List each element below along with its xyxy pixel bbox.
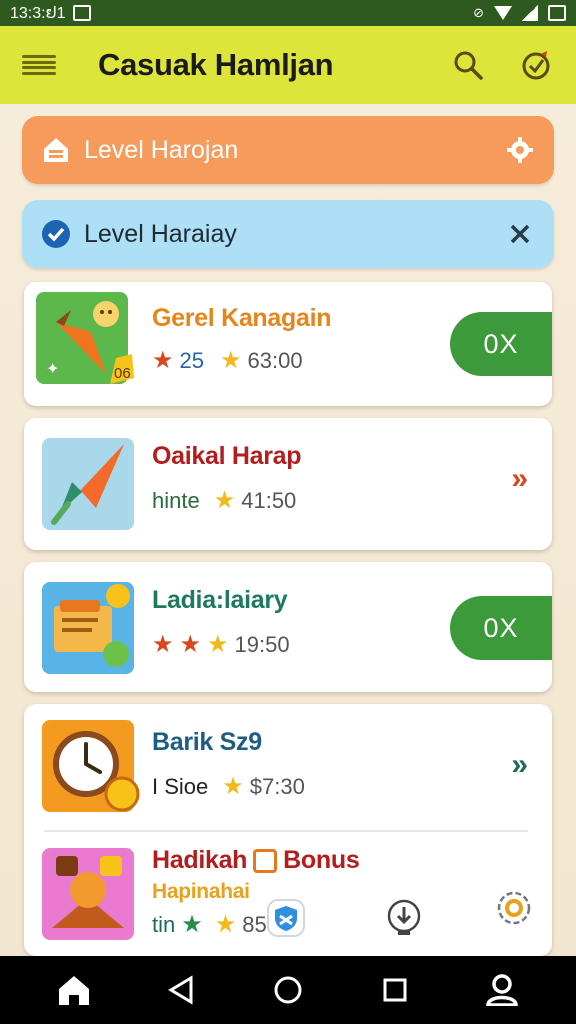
- trophy-icon[interactable]: [518, 47, 554, 83]
- svg-text:✦: ✦: [46, 361, 59, 378]
- card-label: I Sioe: [152, 774, 209, 799]
- banner-level-haraiay[interactable]: Level Haraiay: [22, 200, 554, 268]
- rating-count: 25: [179, 348, 204, 373]
- wifi-icon: [494, 6, 512, 20]
- star-icon: ★: [222, 773, 244, 800]
- rating-time: 85: [242, 912, 267, 937]
- status-time: 13:3:ຢ1: [10, 5, 66, 22]
- recents-icon[interactable]: [373, 968, 417, 1012]
- level-card[interactable]: Ladia:laiary ★ ★ ★ 19:50 0X: [24, 562, 552, 692]
- rating-time: 19:50: [234, 632, 290, 657]
- rating-time: $7:30: [249, 774, 305, 799]
- search-icon[interactable]: [450, 47, 486, 83]
- settings-icon[interactable]: [492, 886, 536, 930]
- star-icon: ★: [220, 347, 242, 374]
- battery-icon: [548, 5, 566, 21]
- back-icon[interactable]: [159, 968, 203, 1012]
- divider: [44, 830, 528, 832]
- card-title: Barik Sz9: [152, 728, 262, 756]
- close-icon[interactable]: [504, 218, 536, 250]
- level-card-group: Barik Sz9 I Sioe ★ $7:30 » Hadikah Bonus…: [24, 704, 552, 956]
- level-card[interactable]: Oaikal Harap hinte ★ 41:50 »: [24, 418, 552, 550]
- rating-time: 63:00: [247, 348, 303, 373]
- download-icon[interactable]: [384, 898, 424, 938]
- clock-thumbnail: [42, 720, 140, 812]
- banner-label: Level Haraiay: [84, 219, 237, 248]
- card-label: tin: [152, 912, 176, 937]
- card-title: Ladia:laiary: [152, 586, 288, 614]
- card-title: Hadikah: [152, 846, 248, 874]
- house-icon: [40, 134, 72, 166]
- app-bar: Casuak Hamljan: [0, 26, 576, 104]
- star-icon: ★: [152, 631, 174, 658]
- menu-icon[interactable]: [22, 52, 56, 78]
- star-icon: ★: [207, 631, 229, 658]
- level-card[interactable]: 06 ✦ Gerel Kanagain ★ 25 ★ 63:00 0X: [24, 282, 552, 406]
- thumbnail-badge: 06: [114, 365, 131, 382]
- status-bar: 13:3:ຢ1 ⊘: [0, 0, 576, 26]
- home-icon[interactable]: [52, 968, 96, 1012]
- card-title-row: Hadikah Bonus: [152, 846, 360, 875]
- play-button[interactable]: 0X: [450, 596, 552, 660]
- shield-icon[interactable]: [266, 898, 306, 938]
- card-title: Gerel Kanagain: [152, 304, 332, 332]
- rating-time: 41:50: [241, 488, 297, 513]
- rocket-thumbnail: 06 ✦: [36, 292, 134, 384]
- star-icon: ★: [214, 911, 237, 938]
- play-button[interactable]: 0X: [450, 312, 552, 376]
- chevron-right-icon[interactable]: »: [511, 748, 528, 782]
- rocket-thumbnail: [42, 438, 134, 530]
- card-subtitle: Hapinahai: [152, 880, 250, 903]
- star-icon: ★: [179, 631, 202, 658]
- card-label: hinte: [152, 488, 200, 513]
- profile-icon[interactable]: [480, 968, 524, 1012]
- circle-home-icon[interactable]: [266, 968, 310, 1012]
- banner-level-harojan[interactable]: Level Harojan: [22, 116, 554, 184]
- nfc-icon: ⊘: [473, 5, 484, 20]
- star-icon: ★: [152, 347, 174, 374]
- notification-icon: [73, 5, 92, 21]
- system-nav-bar: [0, 956, 576, 1024]
- star-icon: ★: [213, 487, 236, 514]
- folder-thumbnail: [42, 582, 134, 674]
- app-title: Casuak Hamljan: [98, 47, 334, 82]
- bonus-icon: [253, 848, 278, 873]
- gear-icon[interactable]: [504, 134, 536, 166]
- chevron-right-icon[interactable]: »: [511, 462, 528, 496]
- star-icon: ★: [181, 911, 203, 938]
- content-area: Level Harojan Level Haraiay 06 ✦ Gerel K…: [0, 104, 576, 956]
- bonus-label: Bonus: [283, 846, 360, 874]
- bonus-thumbnail: [42, 848, 134, 940]
- banner-label: Level Harojan: [84, 135, 239, 164]
- signal-icon: [522, 5, 538, 21]
- check-circle-icon: [40, 218, 72, 250]
- card-title: Oaikal Harap: [152, 442, 302, 470]
